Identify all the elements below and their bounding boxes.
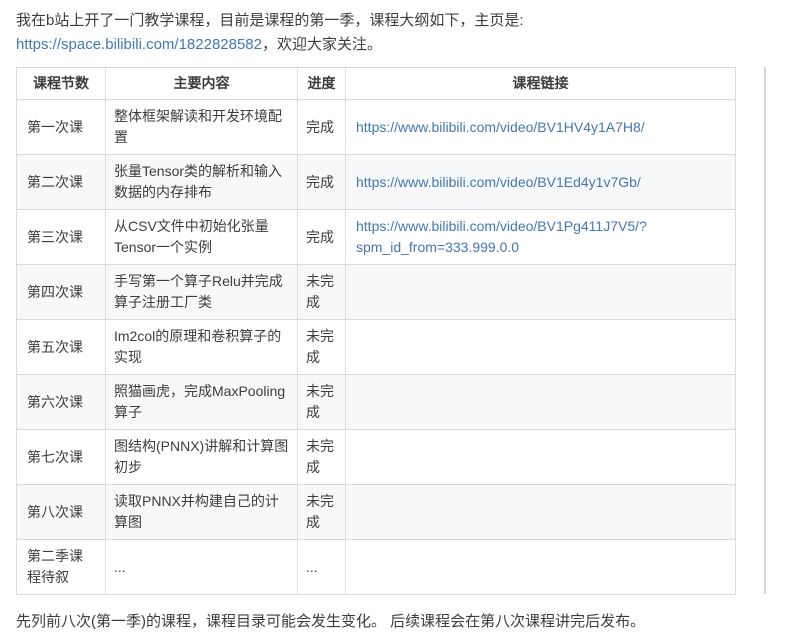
link-cell: https://www.bilibili.com/video/BV1HV4y1A… xyxy=(346,100,736,155)
lesson-cell: 第二季课程待叙 xyxy=(17,540,106,595)
content-cell: 读取PNNX并构建自己的计算图 xyxy=(106,485,298,540)
table-row: 第二季课程待叙...... xyxy=(17,540,736,595)
status-cell: 完成 xyxy=(298,100,346,155)
footnote-paragraph: 先列前八次(第一季)的课程，课程目录可能会发生变化。 后续课程会在第八次课程讲完… xyxy=(16,611,780,634)
header-status: 进度 xyxy=(298,68,346,100)
content-cell: 照猫画虎，完成MaxPooling算子 xyxy=(106,375,298,430)
content-cell: Im2col的原理和卷积算子的实现 xyxy=(106,320,298,375)
intro-text-before: 我在b站上开了一门教学课程，目前是课程的第一季，课程大纲如下，主页是: xyxy=(16,12,524,29)
table-row: 第六次课照猫画虎，完成MaxPooling算子未完成 xyxy=(17,375,736,430)
header-lesson: 课程节数 xyxy=(17,68,106,100)
link-cell xyxy=(346,375,736,430)
link-cell: https://www.bilibili.com/video/BV1Pg411J… xyxy=(346,210,736,265)
status-cell: 未完成 xyxy=(298,430,346,485)
homepage-link[interactable]: https://space.bilibili.com/1822828582 xyxy=(16,36,262,53)
lesson-cell: 第一次课 xyxy=(17,100,106,155)
header-link: 课程链接 xyxy=(346,68,736,100)
content-cell: 张量Tensor类的解析和输入数据的内存排布 xyxy=(106,155,298,210)
status-cell: ... xyxy=(298,540,346,595)
status-cell: 完成 xyxy=(298,210,346,265)
table-row: 第七次课图结构(PNNX)讲解和计算图初步未完成 xyxy=(17,430,736,485)
lesson-cell: 第七次课 xyxy=(17,430,106,485)
lesson-cell: 第四次课 xyxy=(17,265,106,320)
course-link[interactable]: https://www.bilibili.com/video/BV1Ed4y1v… xyxy=(356,174,641,190)
course-link[interactable]: https://www.bilibili.com/video/BV1Pg411J… xyxy=(356,218,647,255)
link-cell xyxy=(346,265,736,320)
table-row: 第三次课从CSV文件中初始化张量Tensor一个实例完成 https://www.… xyxy=(17,210,736,265)
content-cell: 图结构(PNNX)讲解和计算图初步 xyxy=(106,430,298,485)
link-cell xyxy=(346,320,736,375)
link-cell xyxy=(346,540,736,595)
status-cell: 未完成 xyxy=(298,485,346,540)
content-cell: 从CSV文件中初始化张量Tensor一个实例 xyxy=(106,210,298,265)
table-row: 第五次课Im2col的原理和卷积算子的实现未完成 xyxy=(17,320,736,375)
status-cell: 未完成 xyxy=(298,375,346,430)
lesson-cell: 第三次课 xyxy=(17,210,106,265)
intro-paragraph: 我在b站上开了一门教学课程，目前是课程的第一季，课程大纲如下，主页是: http… xyxy=(16,9,780,56)
course-table-wrapper: 课程节数 主要内容 进度 课程链接 第一次课整体框架解读和开发环境配置完成 htt… xyxy=(16,67,736,595)
lesson-cell: 第六次课 xyxy=(17,375,106,430)
lesson-cell: 第二次课 xyxy=(17,155,106,210)
content-cell: 整体框架解读和开发环境配置 xyxy=(106,100,298,155)
table-row: 第一次课整体框架解读和开发环境配置完成 https://www.bilibili.… xyxy=(17,100,736,155)
course-link[interactable]: https://www.bilibili.com/video/BV1HV4y1A… xyxy=(356,119,645,135)
lesson-cell: 第五次课 xyxy=(17,320,106,375)
table-row: 第二次课张量Tensor类的解析和输入数据的内存排布完成 https://www.… xyxy=(17,155,736,210)
status-cell: 未完成 xyxy=(298,265,346,320)
link-cell: https://www.bilibili.com/video/BV1Ed4y1v… xyxy=(346,155,736,210)
link-cell xyxy=(346,430,736,485)
table-row: 第四次课手写第一个算子Relu并完成算子注册工厂类未完成 xyxy=(17,265,736,320)
page-edge-divider xyxy=(764,67,766,594)
header-content: 主要内容 xyxy=(106,68,298,100)
table-header-row: 课程节数 主要内容 进度 课程链接 xyxy=(17,68,736,100)
content-cell: 手写第一个算子Relu并完成算子注册工厂类 xyxy=(106,265,298,320)
course-outline-table: 课程节数 主要内容 进度 课程链接 第一次课整体框架解读和开发环境配置完成 htt… xyxy=(16,67,736,595)
status-cell: 完成 xyxy=(298,155,346,210)
content-cell: ... xyxy=(106,540,298,595)
article-page: 我在b站上开了一门教学课程，目前是课程的第一季，课程大纲如下，主页是: http… xyxy=(0,0,800,619)
status-cell: 未完成 xyxy=(298,320,346,375)
table-row: 第八次课读取PNNX并构建自己的计算图未完成 xyxy=(17,485,736,540)
table-body: 第一次课整体框架解读和开发环境配置完成 https://www.bilibili.… xyxy=(17,100,736,595)
intro-text-after: ，欢迎大家关注。 xyxy=(262,36,382,53)
lesson-cell: 第八次课 xyxy=(17,485,106,540)
link-cell xyxy=(346,485,736,540)
